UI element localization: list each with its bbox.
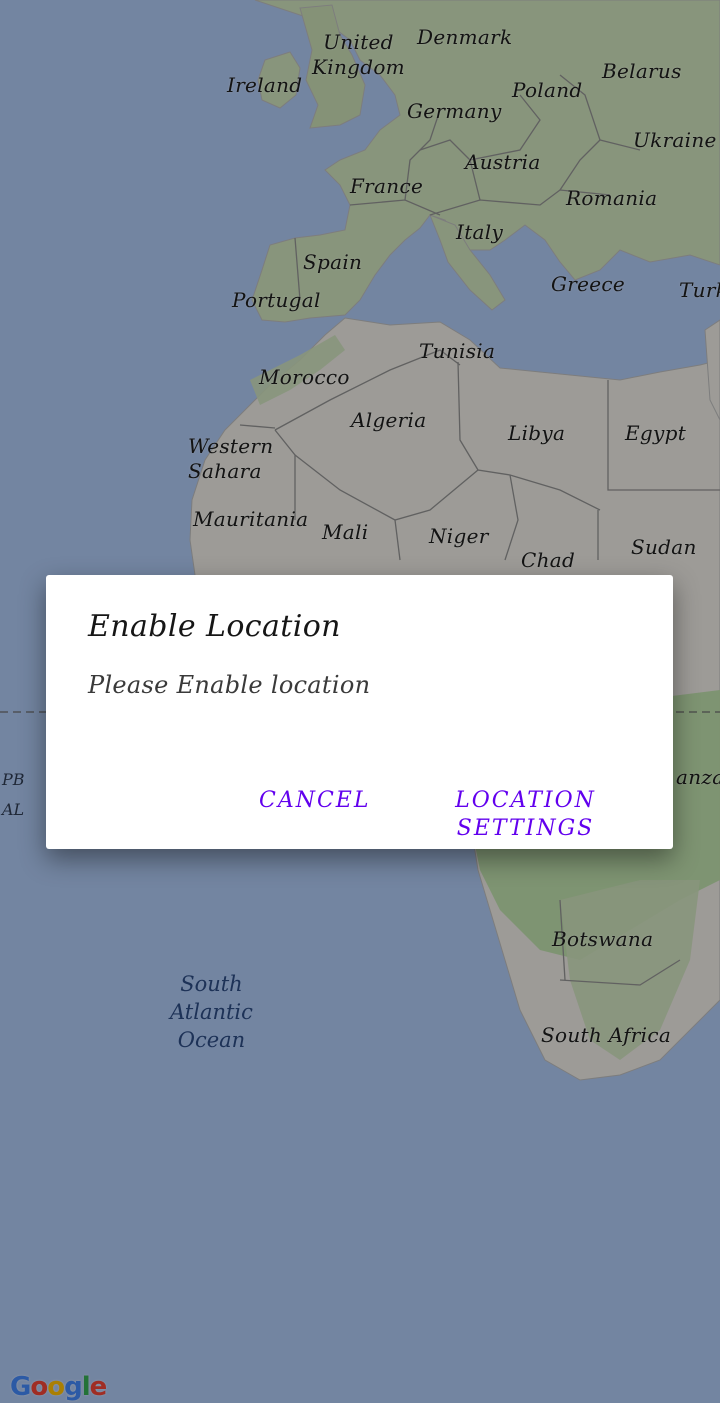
dialog-message: Please Enable location — [88, 671, 371, 699]
map-screen[interactable]: Ireland United Kingdom Denmark Belarus P… — [0, 0, 720, 1403]
location-settings-button[interactable]: LOCATION SETTINGS — [378, 783, 673, 847]
dialog-title: Enable Location — [88, 609, 341, 644]
enable-location-dialog: Enable Location Please Enable location C… — [46, 575, 673, 849]
cancel-button[interactable]: CANCEL — [253, 783, 376, 819]
